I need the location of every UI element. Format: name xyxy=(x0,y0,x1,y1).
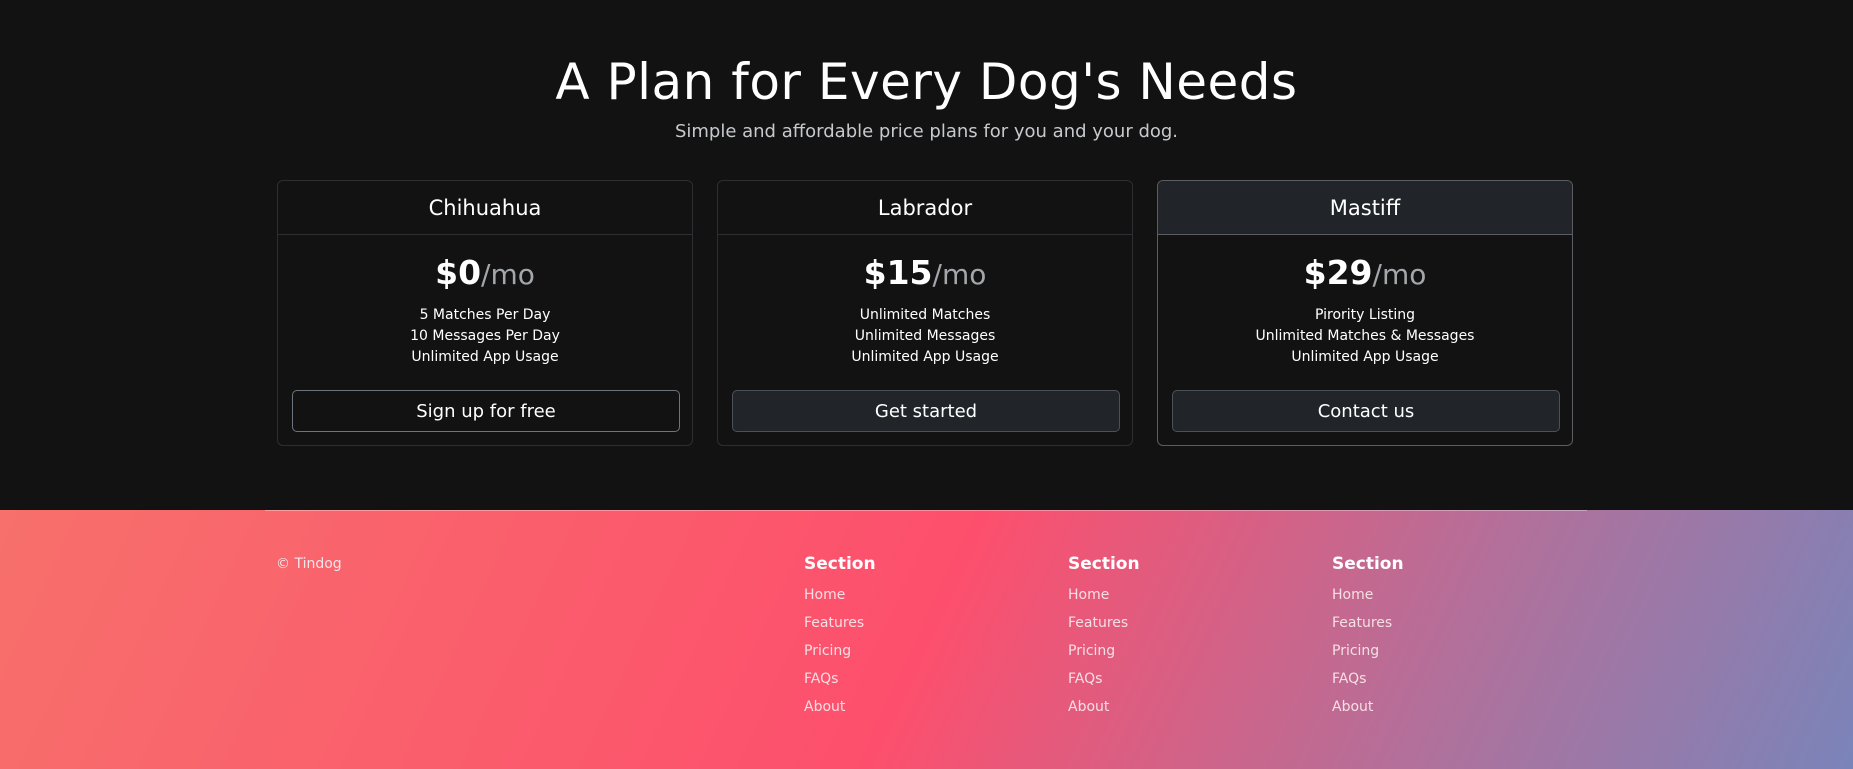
footer-link-list: Home Features Pricing FAQs About xyxy=(1068,580,1268,720)
feature-item: Pirority Listing xyxy=(1314,307,1416,323)
footer-column: Section Home Features Pricing FAQs About xyxy=(1068,552,1268,720)
footer-link-about[interactable]: About xyxy=(804,699,845,715)
footer-link-faqs[interactable]: FAQs xyxy=(1332,671,1366,687)
page-subtitle: Simple and affordable price plans for yo… xyxy=(674,121,1179,142)
pricing-card-chihuahua: Chihuahua $0/mo 5 Matches Per Day 10 Mes… xyxy=(277,180,693,446)
footer-link-pricing[interactable]: Pricing xyxy=(1332,643,1379,659)
footer-link-list: Home Features Pricing FAQs About xyxy=(804,580,1004,720)
page-title: A Plan for Every Dog's Needs xyxy=(555,53,1298,111)
footer-link-list: Home Features Pricing FAQs About xyxy=(1332,580,1532,720)
footer-link-features[interactable]: Features xyxy=(1332,615,1392,631)
footer-column-title: Section xyxy=(1068,554,1140,574)
price-period: /mo xyxy=(481,258,535,291)
feature-item: Unlimited Messages xyxy=(854,328,996,344)
feature-item: 5 Matches Per Day xyxy=(419,307,551,323)
footer-link-faqs[interactable]: FAQs xyxy=(1068,671,1102,687)
feature-item: Unlimited App Usage xyxy=(1291,349,1439,365)
footer-column-title: Section xyxy=(1332,554,1404,574)
price-amount: $29 xyxy=(1303,253,1373,292)
plan-price: $0/mo xyxy=(278,251,692,295)
pricing-card-labrador: Labrador $15/mo Unlimited Matches Unlimi… xyxy=(717,180,1133,446)
footer-column: Section Home Features Pricing FAQs About xyxy=(1332,552,1532,720)
footer-column: Section Home Features Pricing FAQs About xyxy=(804,552,1004,720)
feature-item: Unlimited Matches & Messages xyxy=(1255,328,1475,344)
pricing-section: A Plan for Every Dog's Needs Simple and … xyxy=(0,0,1853,510)
footer-link-pricing[interactable]: Pricing xyxy=(1068,643,1115,659)
price-period: /mo xyxy=(932,258,987,291)
footer-link-pricing[interactable]: Pricing xyxy=(804,643,851,659)
contact-us-button[interactable]: Contact us xyxy=(1172,390,1560,432)
feature-list: Unlimited Matches Unlimited Messages Unl… xyxy=(718,305,1132,368)
footer: © Tindog Section Home Features Pricing F… xyxy=(0,510,1853,769)
plan-name: Chihuahua xyxy=(278,181,692,235)
feature-item: 10 Messages Per Day xyxy=(410,328,560,344)
plan-name: Labrador xyxy=(718,181,1132,235)
price-amount: $0 xyxy=(435,253,482,292)
footer-link-home[interactable]: Home xyxy=(1068,587,1109,603)
footer-column-title: Section xyxy=(804,554,876,574)
price-amount: $15 xyxy=(863,253,933,292)
footer-link-about[interactable]: About xyxy=(1332,699,1373,715)
feature-item: Unlimited App Usage xyxy=(851,349,999,365)
price-period: /mo xyxy=(1372,258,1427,291)
feature-item: Unlimited Matches xyxy=(859,307,991,323)
copyright: © Tindog xyxy=(276,556,342,572)
feature-list: 5 Matches Per Day 10 Messages Per Day Un… xyxy=(278,305,692,368)
plan-price: $29/mo xyxy=(1158,251,1572,295)
pricing-card-mastiff: Mastiff $29/mo Pirority Listing Unlimite… xyxy=(1157,180,1573,446)
plan-name: Mastiff xyxy=(1158,181,1572,235)
feature-item: Unlimited App Usage xyxy=(411,349,559,365)
footer-link-features[interactable]: Features xyxy=(1068,615,1128,631)
footer-link-about[interactable]: About xyxy=(1068,699,1109,715)
footer-link-features[interactable]: Features xyxy=(804,615,864,631)
get-started-button[interactable]: Get started xyxy=(732,390,1120,432)
plan-price: $15/mo xyxy=(718,251,1132,295)
sign-up-button[interactable]: Sign up for free xyxy=(292,390,680,432)
footer-link-home[interactable]: Home xyxy=(1332,587,1373,603)
footer-link-home[interactable]: Home xyxy=(804,587,845,603)
feature-list: Pirority Listing Unlimited Matches & Mes… xyxy=(1158,305,1572,368)
footer-link-faqs[interactable]: FAQs xyxy=(804,671,838,687)
footer-divider xyxy=(265,510,1587,511)
